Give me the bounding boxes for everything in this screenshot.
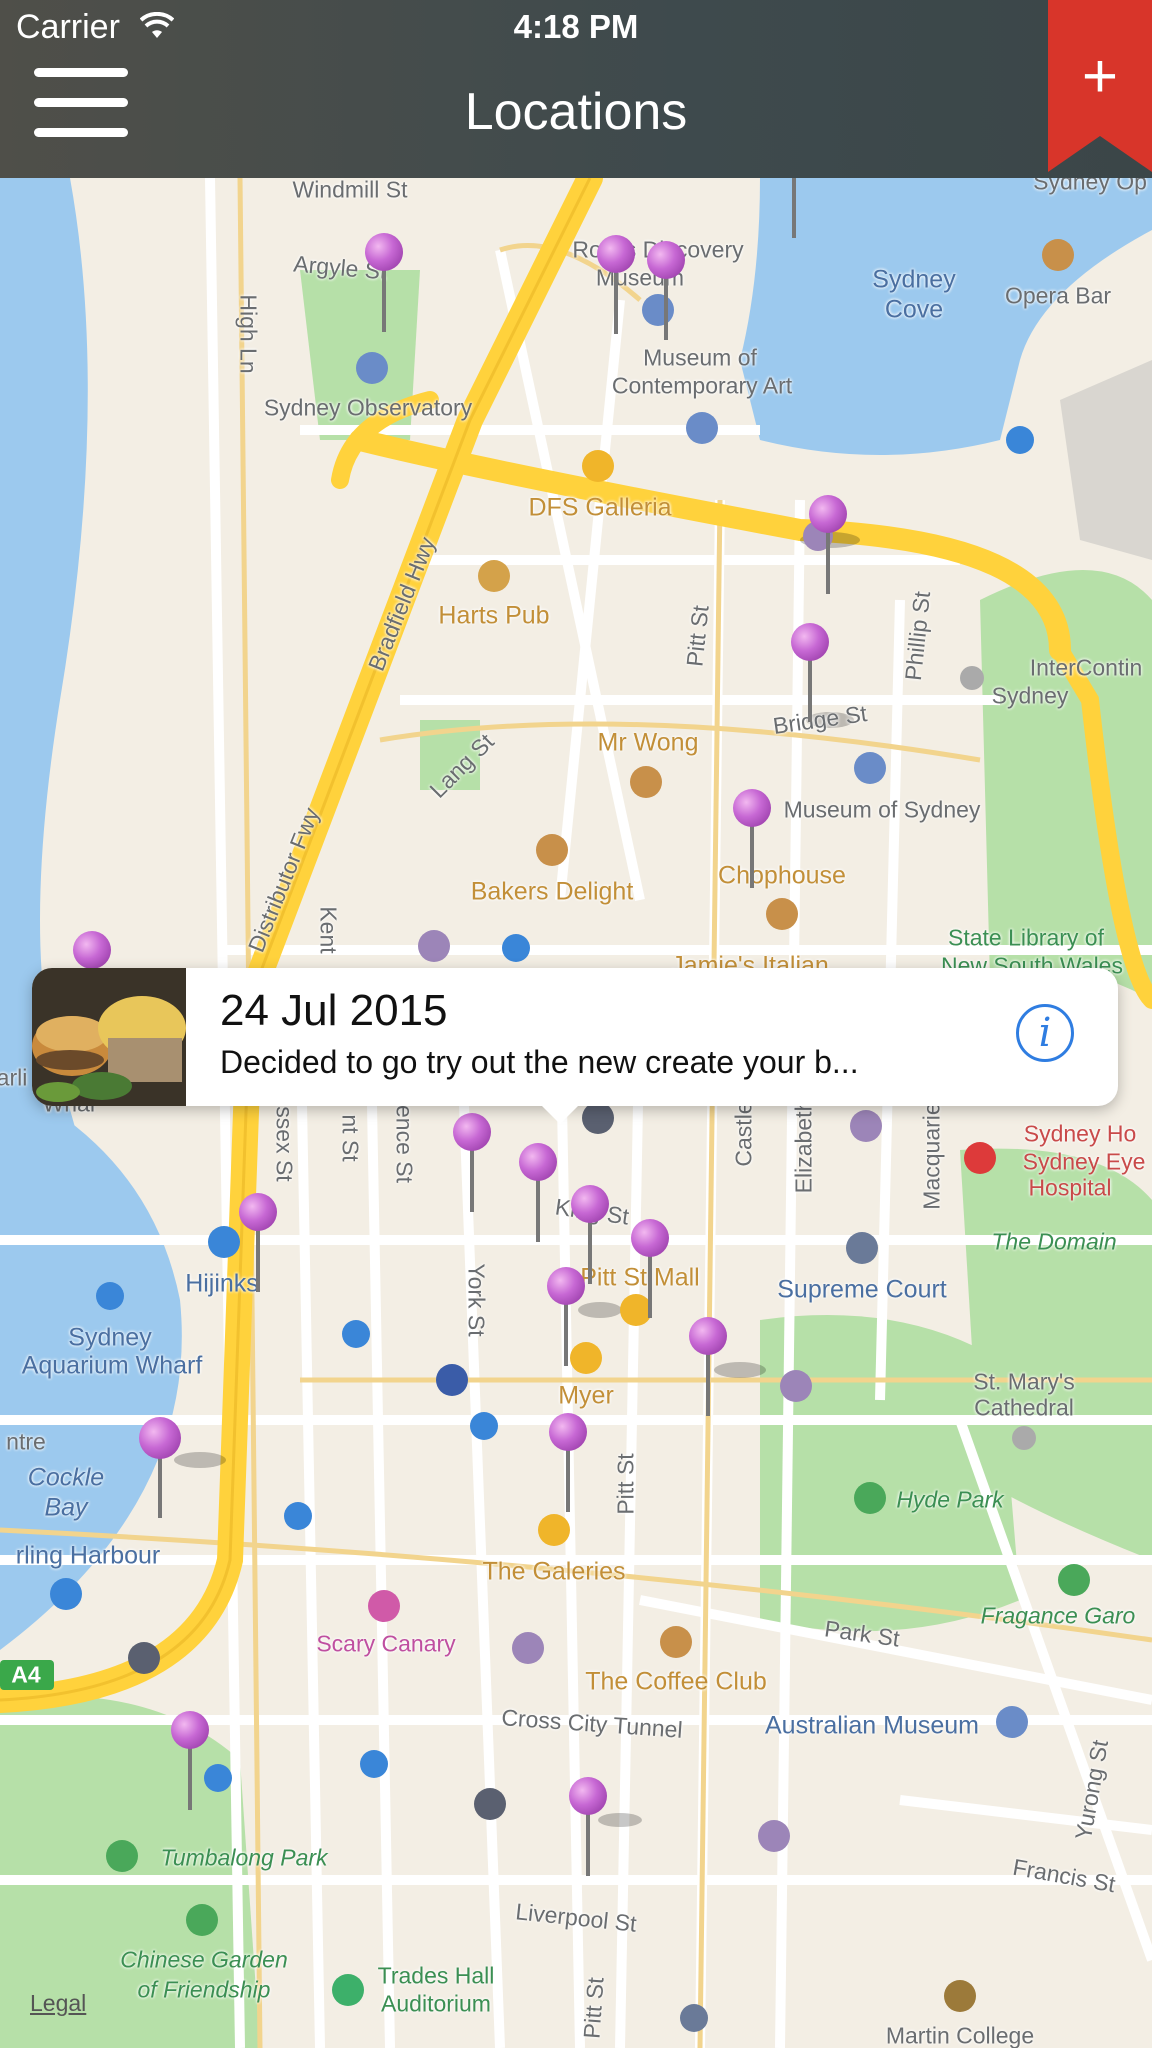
map-label-martin-college: Martin College bbox=[885, 2022, 1035, 2048]
map-label-supreme-court: Supreme Court bbox=[777, 1275, 947, 1304]
map-label-mca-1: Museum of bbox=[643, 344, 757, 371]
map-label-museum-of-sydney: Museum of Sydney bbox=[783, 796, 981, 823]
map-label-pitt-3: Pitt St bbox=[578, 1976, 609, 2040]
map-label-pitt-mall: Pitt St Mall bbox=[580, 1263, 700, 1292]
map-label-museum: Museum bbox=[595, 264, 685, 291]
map-label-chinese-garden-1: Chinese Garden bbox=[120, 1946, 288, 1973]
map-label-bakers: Bakers Delight bbox=[470, 877, 634, 906]
legal-link[interactable]: Legal bbox=[30, 1990, 86, 2017]
map-label-york: York St bbox=[463, 1263, 490, 1337]
map-label-aquarium-2: Aquarium Wharf bbox=[21, 1351, 203, 1380]
page-title: Locations bbox=[464, 83, 688, 141]
map-label-myer: Myer bbox=[558, 1381, 614, 1410]
callout-date: 24 Jul 2015 bbox=[220, 986, 448, 1035]
map-label-centre: ntre bbox=[6, 1428, 46, 1455]
map-label-coffee-club: The Coffee Club bbox=[585, 1667, 767, 1696]
map-label-cockle-1: Cockle bbox=[27, 1463, 105, 1492]
map-label-australian-museum: Australian Museum bbox=[765, 1711, 979, 1740]
map-label-cockle-2: Bay bbox=[44, 1493, 88, 1522]
map-label-clarence: ence St bbox=[391, 1105, 418, 1183]
map-label-windmill: Windmill St bbox=[292, 176, 408, 203]
map-label-sussex: ssex St bbox=[271, 1106, 298, 1182]
map-label-high-ln: High Ln bbox=[235, 294, 262, 374]
map-label-mca-2: Contemporary Art bbox=[611, 372, 793, 399]
map-label-chinese-garden-2: of Friendship bbox=[137, 1976, 271, 2003]
add-location-button[interactable]: + bbox=[1048, 0, 1152, 172]
status-bar: Carrier 4:18 PM bbox=[0, 0, 1152, 56]
map-label-trades-hall-2: Auditorium bbox=[381, 1990, 491, 2017]
map-label-intercont-2: Sydney bbox=[991, 682, 1069, 709]
map-label-darling-harbour: rling Harbour bbox=[15, 1541, 161, 1570]
map-label-elizabeth: Elizabeth bbox=[790, 1098, 817, 1194]
map-label-hospital-3: Hospital bbox=[1028, 1174, 1112, 1201]
map-label-hospital-2: Sydney Eye bbox=[1022, 1148, 1146, 1175]
map-label-kent-2: nt St bbox=[337, 1114, 364, 1162]
map-label-fragance: Fragance Garo bbox=[980, 1602, 1136, 1629]
callout-photo bbox=[32, 968, 186, 1106]
map-label-scary-canary: Scary Canary bbox=[316, 1630, 456, 1657]
map-label-sydney-cove-2: Cove bbox=[884, 295, 944, 324]
map-label-opera-bar: Opera Bar bbox=[1004, 282, 1112, 309]
map-label-macquarie: Macquarie bbox=[918, 1102, 945, 1210]
navigation-bar: Carrier 4:18 PM Locations bbox=[0, 0, 1152, 178]
location-callout[interactable]: 24 Jul 2015 Decided to go try out the ne… bbox=[32, 968, 1118, 1124]
map-label-pitt-2: Pitt St bbox=[612, 1453, 639, 1515]
map-label-hospital-1: Sydney Ho bbox=[1023, 1120, 1137, 1147]
map-label-domain: The Domain bbox=[991, 1228, 1117, 1255]
map-label-tumbalong: Tumbalong Park bbox=[160, 1844, 328, 1871]
callout-description: Decided to go try out the new create you… bbox=[220, 1044, 859, 1080]
map-label-chophouse: Chophouse bbox=[718, 861, 846, 890]
map-label-hijinks: Hijinks bbox=[185, 1269, 259, 1298]
map-label-galeries: The Galeries bbox=[482, 1557, 626, 1586]
map-label-intercont-1: InterContin bbox=[1029, 654, 1143, 681]
map-label-stmarys-1: St. Mary's bbox=[973, 1368, 1075, 1395]
map-label-a4: A4 bbox=[11, 1661, 41, 1688]
map-label-trades-hall-1: Trades Hall bbox=[377, 1962, 495, 1989]
map-label-observatory: Sydney Observatory bbox=[263, 394, 473, 421]
map-label-state-library-1: State Library of bbox=[948, 924, 1104, 951]
map-label-castlereagh: Castle bbox=[730, 1101, 757, 1167]
map-label-aquarium-1: Sydney bbox=[68, 1323, 152, 1352]
map-label-hyde-park: Hyde Park bbox=[896, 1486, 1004, 1513]
map-label-sydney-cove-1: Sydney bbox=[872, 265, 956, 294]
plus-icon: + bbox=[1081, 42, 1119, 111]
map-label-darling-1: arli bbox=[0, 1064, 28, 1091]
map-label-mr-wong: Mr Wong bbox=[597, 728, 699, 757]
map-label-dfs: DFS Galleria bbox=[528, 493, 672, 522]
map-label-stmarys-2: Cathedral bbox=[974, 1394, 1074, 1421]
clock: 4:18 PM bbox=[513, 8, 639, 45]
map-label-harts: Harts Pub bbox=[438, 601, 550, 630]
map-label-rocks-discovery: Rocks Discovery bbox=[572, 236, 744, 263]
info-icon[interactable]: i bbox=[1016, 1004, 1074, 1062]
map-label-kent: Kent bbox=[315, 906, 342, 954]
